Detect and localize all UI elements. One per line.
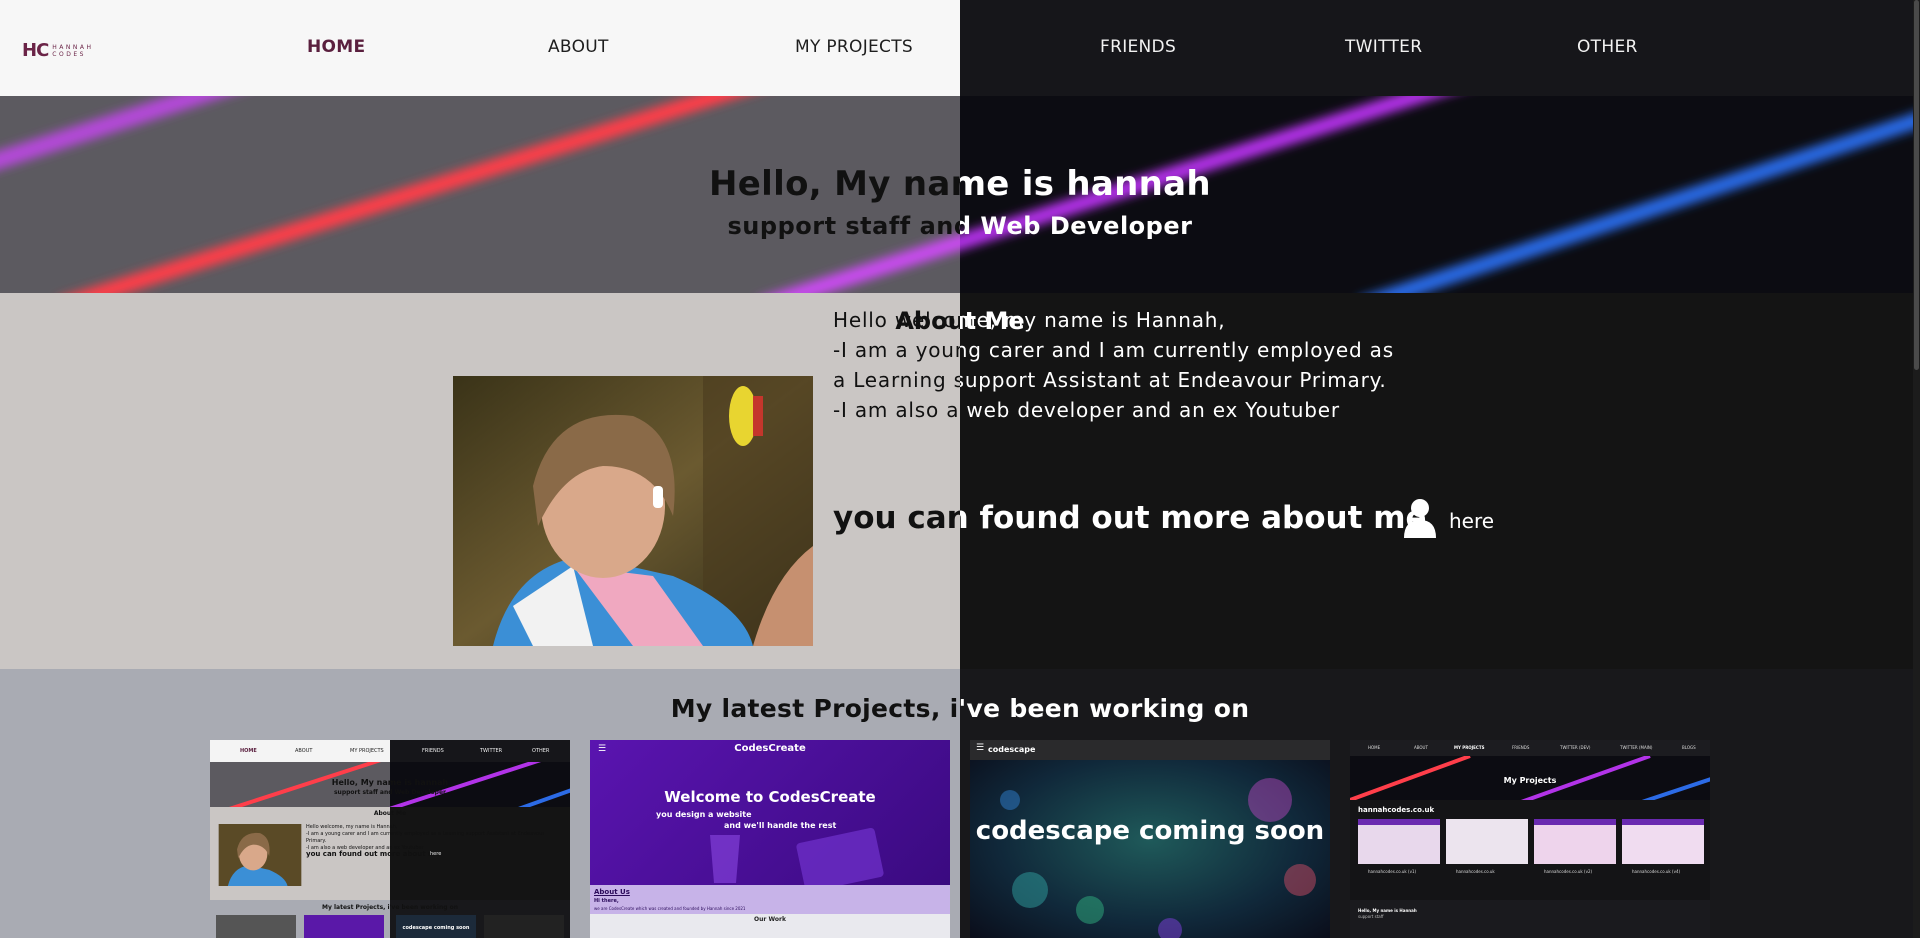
card1-projects-title: My latest Projects, i've been working on (322, 904, 458, 911)
project-card-codescape[interactable]: ☰ codescape codescape coming soon (970, 740, 1330, 938)
card1-nav-twitter: TWITTER (480, 748, 503, 754)
card3-soon: codescape coming soon (975, 816, 1325, 846)
card4-thumb-3-bar (1534, 819, 1616, 825)
card1-nav-about: ABOUT (295, 748, 313, 754)
logo[interactable]: HC HANNAH CODES (22, 40, 94, 61)
card1-mini-thumb-4 (484, 915, 564, 938)
card1-mini-thumb-1 (216, 915, 296, 938)
page: HC HANNAH CODES HOME ABOUT MY PROJECTS F… (0, 0, 1920, 938)
nav-home[interactable]: HOME (307, 37, 365, 57)
card4-thumb-1-label: hannahcodes.co.uk (v1) (1368, 869, 1417, 874)
nav-about[interactable]: ABOUT (548, 37, 609, 57)
card1-more: you can found out more about me (306, 850, 441, 858)
card1-about-line-2: -I am a young carer and I am currently e… (306, 831, 545, 844)
card2-our-work: Our Work (754, 916, 786, 923)
card4-mini-sub: support staff (1358, 914, 1384, 919)
card4-thumb-1 (1358, 819, 1440, 864)
card2-about-title: About Us (594, 888, 630, 896)
card4-thumb-2 (1446, 819, 1528, 864)
card1-nav-home: HOME (240, 748, 257, 754)
card4-thumb-4 (1622, 819, 1704, 864)
card1-about-text: Hello welcome, my name is Hannah, -I am … (306, 824, 566, 852)
nav-my-projects[interactable]: MY PROJECTS (795, 37, 913, 57)
card4-nav-7: BLOGS (1682, 745, 1696, 750)
card1-about-title: About Me (373, 810, 407, 817)
card4-title: My Projects (1503, 776, 1557, 785)
card1-nav-projects: MY PROJECTS (350, 748, 384, 754)
card4-site: hannahcodes.co.uk (1358, 806, 1435, 814)
card4-thumb-1-bar (1358, 819, 1440, 825)
card4-nav (1350, 740, 1710, 756)
about-here-link[interactable]: here (1449, 509, 1494, 533)
project-card-hannahcodes[interactable]: HOME ABOUT MY PROJECTS FRIENDS TWITTER O… (210, 740, 570, 938)
card4-nav-5: TWITTER (DEV) (1560, 745, 1591, 750)
project-card-codescreate[interactable]: ☰ CodesCreate Welcome to CodesCreate you… (590, 740, 950, 938)
card1-mini-soon: codescape coming soon (402, 925, 470, 931)
person-icon[interactable] (1402, 498, 1438, 538)
card1-photo (218, 824, 302, 886)
card4-thumb-4-label: hannahcodes.co.uk (v4) (1632, 869, 1681, 874)
card1-mini-thumb-2 (304, 915, 384, 938)
card1-about-line-1: Hello welcome, my name is Hannah, (306, 824, 398, 830)
card4-nav-2: ABOUT (1414, 745, 1428, 750)
scrollbar-thumb[interactable] (1914, 0, 1919, 370)
card3-brand: codescape (988, 745, 1036, 754)
card2-welcome: Welcome to CodesCreate (664, 788, 876, 806)
card4-nav-6: TWITTER (MAIN) (1620, 745, 1653, 750)
logo-words: HANNAH CODES (52, 44, 93, 58)
project-card-my-projects[interactable]: HOME ABOUT MY PROJECTS FRIENDS TWITTER (… (1350, 740, 1710, 938)
logo-word-2: CODES (52, 50, 86, 58)
card2-hi: Hi there, (594, 898, 619, 904)
scrollbar[interactable] (1913, 0, 1920, 938)
card2-about-line: we are CodesCreate which was created and… (594, 906, 746, 911)
card3-menu-icon: ☰ (976, 743, 985, 753)
card2-brand: CodesCreate (734, 743, 806, 754)
card4-thumb-2-label: hannahcodes.co.uk (1456, 869, 1495, 874)
nav-twitter[interactable]: TWITTER (1345, 37, 1422, 57)
card1-hero-title: Hello, My name is hannah (331, 778, 449, 787)
logo-mark: HC (22, 40, 49, 61)
card4-nav-4: FRIENDS (1512, 745, 1530, 750)
card1-nav-friends: FRIENDS (422, 748, 444, 754)
logo-word-1: HANNAH (52, 43, 94, 51)
card4-nav-3: MY PROJECTS (1454, 745, 1485, 750)
card4-nav-1: HOME (1368, 745, 1381, 750)
card4-bottom-row (1350, 900, 1710, 938)
card1-hero-sub: support staff and Web Developer (333, 789, 446, 796)
card4-thumb-4-bar (1622, 819, 1704, 825)
card4-thumb-3 (1534, 819, 1616, 864)
card1-nav-other: OTHER (532, 748, 550, 754)
card2-design: you design a website (656, 810, 752, 819)
card1-here: here (430, 851, 442, 857)
profile-photo (453, 376, 813, 646)
project-cards: HOME ABOUT MY PROJECTS FRIENDS TWITTER O… (0, 669, 1920, 938)
card2-illustration (710, 827, 884, 885)
nav-other[interactable]: OTHER (1577, 37, 1638, 57)
nav-friends[interactable]: FRIENDS (1100, 37, 1176, 57)
card4-thumb-3-label: hannahcodes.co.uk (v2) (1544, 869, 1593, 874)
card4-mini-title: Hello, My name is Hannah (1358, 908, 1417, 913)
